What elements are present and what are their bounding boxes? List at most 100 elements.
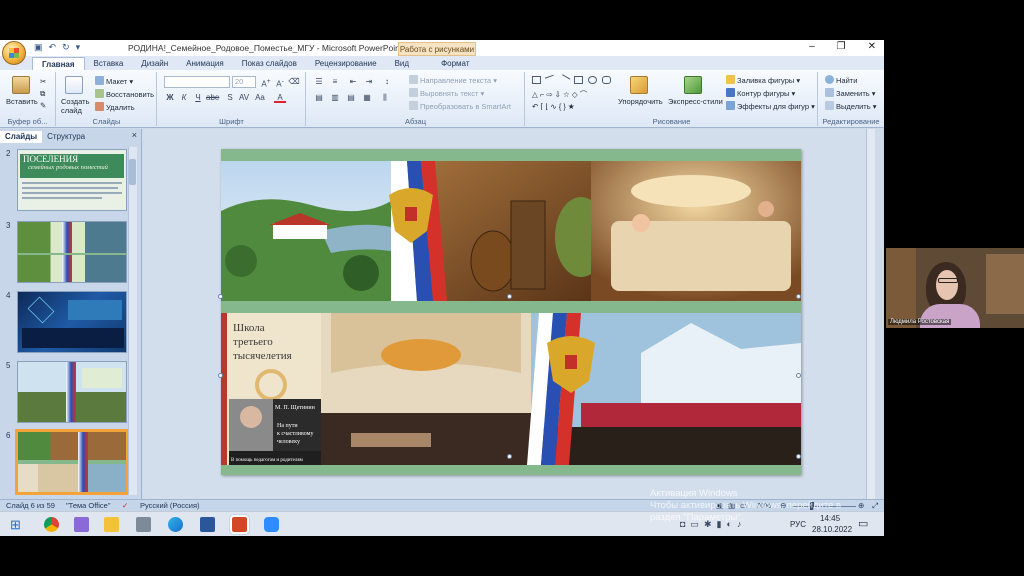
- tab-slideshow[interactable]: Показ слайдов: [233, 57, 306, 70]
- change-case-icon[interactable]: Aa: [254, 92, 266, 103]
- zoom-icon[interactable]: [264, 517, 279, 532]
- quick-styles-icon[interactable]: [684, 76, 702, 94]
- windows-start-icon[interactable]: ⊞: [10, 517, 21, 533]
- bold-icon[interactable]: Ж: [164, 92, 176, 103]
- zoom-in-icon[interactable]: ⊕: [858, 501, 864, 510]
- shadow-icon[interactable]: S: [224, 92, 236, 103]
- word-icon[interactable]: [200, 517, 215, 532]
- chrome-icon[interactable]: [44, 517, 59, 532]
- new-slide-button[interactable]: Создать слайд: [61, 97, 91, 115]
- tab-animation[interactable]: Анимация: [177, 57, 233, 70]
- align-center-icon[interactable]: ▥: [329, 92, 341, 103]
- shape-effects-button[interactable]: Эффекты для фигур ▾: [726, 101, 815, 111]
- tab-view[interactable]: Вид: [386, 57, 418, 70]
- paste-button[interactable]: Вставить: [6, 97, 38, 106]
- grow-font-icon[interactable]: A+: [260, 76, 272, 89]
- numbering-icon[interactable]: ≡: [329, 76, 341, 87]
- italic-icon[interactable]: К: [178, 92, 190, 103]
- clock-date[interactable]: 28.10.2022: [812, 525, 852, 534]
- align-right-icon[interactable]: ▤: [345, 92, 357, 103]
- strike-icon[interactable]: abe: [206, 92, 219, 103]
- close-button[interactable]: ✕: [868, 41, 876, 52]
- photo-banya-collage[interactable]: [221, 161, 801, 301]
- tab-insert[interactable]: Вставка: [85, 57, 133, 70]
- arrange-icon[interactable]: [630, 76, 648, 94]
- minimize-button[interactable]: –: [809, 41, 815, 52]
- selection-handle[interactable]: [218, 373, 223, 378]
- decrease-indent-icon[interactable]: ⇤: [347, 76, 359, 87]
- replace-button[interactable]: Заменить ▾: [825, 88, 876, 98]
- shapes-row-2[interactable]: △ ⌐ ⇨ ⇩ ☆ ◇ ⌒: [532, 89, 587, 100]
- reset-button[interactable]: Восстановить: [95, 89, 154, 99]
- select-button[interactable]: Выделить ▾: [825, 101, 876, 111]
- redo-icon[interactable]: ↻: [62, 42, 70, 53]
- vertical-scrollbar[interactable]: [866, 129, 875, 499]
- copy-icon[interactable]: ⧉: [40, 89, 45, 99]
- tab-design[interactable]: Дизайн: [132, 57, 177, 70]
- selection-handle[interactable]: [796, 294, 801, 299]
- photo-school-collage[interactable]: Школа третьего тысячелетия М. П. Щетинин…: [221, 313, 801, 465]
- selection-handle[interactable]: [507, 294, 512, 299]
- theme-name[interactable]: "Тема Office": [66, 501, 111, 510]
- align-text-button[interactable]: Выровнять текст ▾: [409, 88, 484, 98]
- pane-tab-slides[interactable]: Слайды: [0, 131, 43, 143]
- quick-styles-button[interactable]: Экспресс-стили: [668, 97, 723, 106]
- justify-icon[interactable]: ▦: [361, 92, 373, 103]
- cut-icon[interactable]: ✂: [40, 77, 46, 86]
- shape-rectangle-icon[interactable]: [574, 76, 583, 84]
- selection-handle[interactable]: [218, 294, 223, 299]
- increase-indent-icon[interactable]: ⇥: [363, 76, 375, 87]
- paste-icon[interactable]: [12, 76, 30, 94]
- notifications-icon[interactable]: ▭: [858, 517, 868, 530]
- current-slide[interactable]: Школа третьего тысячелетия М. П. Щетинин…: [218, 149, 801, 475]
- tab-format[interactable]: Формат: [432, 57, 478, 70]
- powerpoint-icon[interactable]: [230, 515, 249, 534]
- calculator-icon[interactable]: [136, 517, 151, 532]
- format-painter-icon[interactable]: ✎: [40, 101, 46, 110]
- edge-icon[interactable]: [168, 517, 183, 532]
- pane-close-button[interactable]: ×: [132, 130, 137, 140]
- new-slide-icon[interactable]: [65, 76, 83, 94]
- tab-review[interactable]: Рецензирование: [306, 57, 386, 70]
- shape-textbox-icon[interactable]: [532, 76, 541, 84]
- arrange-button[interactable]: Упорядочить: [618, 97, 663, 106]
- underline-icon[interactable]: Ч: [192, 92, 204, 103]
- fit-window-icon[interactable]: ⤢: [872, 501, 878, 511]
- file-explorer-icon[interactable]: [104, 517, 119, 532]
- shape-arrow-icon[interactable]: [558, 74, 571, 86]
- shape-line-icon[interactable]: [544, 74, 557, 86]
- shape-outline-button[interactable]: Контур фигуры ▾: [726, 88, 795, 98]
- line-spacing-icon[interactable]: ↕: [381, 76, 393, 87]
- language[interactable]: Русский (Россия): [140, 501, 200, 510]
- selection-handle[interactable]: [796, 373, 801, 378]
- text-direction-button[interactable]: Направление текста ▾: [409, 75, 497, 85]
- font-size-field[interactable]: 20: [232, 76, 256, 88]
- shape-rounded-rect-icon[interactable]: [602, 76, 611, 84]
- spacing-icon[interactable]: AV: [238, 92, 250, 103]
- selection-handle[interactable]: [796, 454, 801, 459]
- columns-icon[interactable]: ⫼: [379, 92, 391, 103]
- bullets-icon[interactable]: ☰: [313, 76, 325, 87]
- save-icon[interactable]: ▣: [34, 42, 43, 53]
- shape-oval-icon[interactable]: [588, 76, 597, 84]
- font-color-icon[interactable]: A: [274, 92, 286, 103]
- font-name-field[interactable]: [164, 76, 230, 88]
- smartart-button[interactable]: Преобразовать в SmartArt: [409, 101, 511, 111]
- customize-qat-icon[interactable]: ▾: [76, 42, 81, 53]
- app-icon[interactable]: [74, 517, 89, 532]
- find-button[interactable]: Найти: [825, 75, 857, 85]
- maximize-button[interactable]: ❐: [837, 41, 846, 52]
- spellcheck-icon[interactable]: ✓: [122, 501, 128, 510]
- selection-handle[interactable]: [507, 454, 512, 459]
- tab-home[interactable]: Главная: [32, 57, 85, 70]
- pane-scroll-thumb[interactable]: [129, 159, 136, 185]
- clear-format-icon[interactable]: ⌫: [288, 76, 300, 87]
- shrink-font-icon[interactable]: A-: [274, 76, 286, 89]
- shape-fill-button[interactable]: Заливка фигуры ▾: [726, 75, 800, 85]
- shapes-row-3[interactable]: ↶ ⌈ ⌊ ∿ { } ★: [532, 102, 575, 111]
- layout-button[interactable]: Макет ▾: [95, 76, 133, 86]
- pane-tab-outline[interactable]: Структура: [42, 131, 90, 143]
- office-button[interactable]: [2, 41, 26, 65]
- align-left-icon[interactable]: ▤: [313, 92, 325, 103]
- delete-slide-button[interactable]: Удалить: [95, 102, 135, 112]
